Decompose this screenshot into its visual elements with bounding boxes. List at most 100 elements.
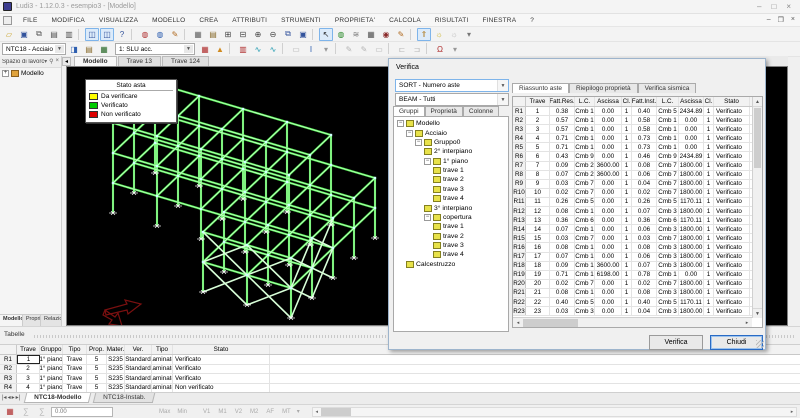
scroll-right-icon[interactable]: ▸ [788,409,796,415]
table-row[interactable]: R550.71Cmb 10.0010.73Cmb 10.001Verificat… [513,143,752,152]
scrollbar-thumb[interactable] [754,108,761,168]
menu-strumenti[interactable]: STRUMENTI [274,17,328,24]
save-icon[interactable]: ▣ [17,28,31,41]
sheet-tab-ntc18-instab-[interactable]: NTC18-Instab. [92,393,155,403]
tree-item-modello[interactable]: −Modello [394,119,508,128]
expander-icon[interactable]: − [397,120,404,127]
status-button-min[interactable]: Min [175,409,189,415]
copy-prop-icon[interactable]: ⊏ [395,43,409,56]
results-row[interactable]: R331° pianoTrave5S235StandardLaminateVer… [0,374,800,384]
verifica-button[interactable]: Verifica [649,335,703,350]
view-tab-trave-124[interactable]: Trave 124 [162,56,209,66]
menu-crea[interactable]: CREA [192,17,225,24]
add-node-icon[interactable]: ⊞ [221,28,235,41]
diagram-m-icon[interactable]: ∿ [266,43,280,56]
column-header[interactable]: Tipo [152,345,173,354]
menu-visualizza[interactable]: VISUALIZZA [92,17,145,24]
column-header[interactable]: Fatt.Res. [550,97,575,106]
edit-c-icon[interactable]: ▭ [372,43,386,56]
results-row[interactable]: R221° pianoTrave5S235StandardLaminateVer… [0,365,800,375]
zoom-out-icon[interactable]: ⊖ [266,28,280,41]
omega-icon[interactable]: Ω [433,43,447,56]
dialog-tab-verifica-sismica[interactable]: Verifica sismica [638,83,697,93]
arrow-up-icon[interactable]: ⇑ [417,28,431,41]
close-button[interactable]: × [786,2,791,11]
spring-icon[interactable]: ≋ [349,28,363,41]
tree-item-trave-2[interactable]: trave 2 [394,232,508,241]
column-header[interactable]: Ascissa [595,97,622,106]
column-header[interactable] [513,97,526,106]
warning-icon[interactable]: ▲ [213,43,227,56]
column-header[interactable]: Stato [173,345,270,354]
table-vertical-scrollbar[interactable]: ▲ ▼ [752,97,762,318]
table-row[interactable]: R19190.71Cmb 16198.0010.78Cmb 10.001Veri… [513,271,752,280]
view-window-2-icon[interactable]: ◫ [100,28,114,41]
next-sheet-icon[interactable]: ▸ [12,394,15,401]
table-row[interactable]: R11110.26Cmb 50.0010.26Cmb 51170.111Veri… [513,198,752,207]
resize-grip[interactable] [756,340,764,348]
result-toggle-m1[interactable]: M1 [216,409,228,415]
result-toggle-v1[interactable]: V1 [201,409,212,415]
results-row[interactable]: R111° pianoTrave5S235StandardLaminateVer… [0,355,800,365]
open-icon[interactable]: ▱ [2,28,16,41]
dialog-tab-colonne[interactable]: Colonne [463,106,499,116]
menu-risultati[interactable]: RISULTATI [428,17,476,24]
dialog-tab-gruppi[interactable]: Gruppi [393,106,425,116]
context-help-icon[interactable]: ? [115,28,129,41]
view-window-1-icon[interactable]: ◫ [85,28,99,41]
tree-item-trave-1[interactable]: trave 1 [394,222,508,231]
dot-2-icon[interactable]: ▾ [448,43,462,56]
light-off-icon[interactable]: ☼ [447,28,461,41]
table-row[interactable]: R22220.40Cmb 50.0010.40Cmb 51170.111Veri… [513,298,752,307]
scroll-down-icon[interactable]: ▼ [753,308,762,318]
table-row[interactable]: R880.07Cmb 23600.0010.06Cmb 71800.001Ver… [513,171,752,180]
workspace-tab-modello[interactable]: Modello [0,315,23,326]
menu-modello[interactable]: MODELLO [145,17,192,24]
status-button-max[interactable]: Max [157,409,172,415]
workspace-dropdown-icon[interactable]: ▾ [44,58,47,65]
sheet-tab-ntc18-modello[interactable]: NTC18-Modello [24,393,92,403]
combination-table-icon[interactable]: ▦ [198,43,212,56]
minimize-button[interactable]: – [757,2,761,11]
table-row[interactable]: R15150.03Cmb 70.0010.03Cmb 71800.001Veri… [513,234,752,243]
table-row[interactable]: R330.57Cmb 10.0010.58Cmb 10.001Verificat… [513,125,752,134]
edit-a-icon[interactable]: ✎ [342,43,356,56]
menu-proprieta[interactable]: PROPRIETA' [328,17,382,24]
scroll-up-icon[interactable]: ▲ [753,97,762,107]
table-row[interactable]: R16160.08Cmb 10.0010.08Cmb 31800.001Veri… [513,243,752,252]
remove-node-icon[interactable]: ⊟ [236,28,250,41]
result-toggle-mt[interactable]: MT [280,409,293,415]
result-toggle-m2[interactable]: M2 [248,409,260,415]
expander-icon[interactable]: − [415,139,422,146]
paste-prop-icon[interactable]: ⊐ [410,43,424,56]
tree-item-copertura[interactable]: −copertura [394,213,508,222]
table-row[interactable]: R23230.03Cmb 30.0010.04Cmb 31800.001Veri… [513,307,752,316]
column-header[interactable]: Tipo [63,345,87,354]
print-icon[interactable]: ▤ [47,28,61,41]
tree-item-trave-1[interactable]: trave 1 [394,166,508,175]
column-header[interactable]: Cl. [704,97,714,106]
tree-item-gruppo0[interactable]: −Gruppo0 [394,138,508,147]
workspace-tab-propri[interactable]: Propri [23,315,41,326]
table-horizontal-scrollbar[interactable]: ◂ ▸ [312,407,797,417]
column-header[interactable]: Prop. [87,345,107,354]
dialog-tab-riassunto-aste[interactable]: Riassunto aste [512,83,569,93]
expander-icon[interactable]: − [424,158,431,165]
tab-scroll-left-icon[interactable]: ◂ [62,57,71,66]
menu-finestra[interactable]: FINESTRA [475,17,523,24]
result-toggle-af[interactable]: AF [264,409,276,415]
column-header[interactable]: Trave [17,345,40,354]
table-row[interactable]: R17170.07Cmb 10.0010.06Cmb 31800.001Veri… [513,253,752,262]
table-row[interactable]: R220.57Cmb 10.0010.58Cmb 10.001Verificat… [513,116,752,125]
code-combo[interactable]: NTC18 - Acciaio▼ [2,43,66,55]
workspace-close-icon[interactable]: × [55,58,59,65]
tree-item-acciaio[interactable]: −Acciaio [394,128,508,137]
tree-item-trave-4[interactable]: trave 4 [394,250,508,259]
light-on-icon[interactable]: ☼ [432,28,446,41]
table-row[interactable]: R990.03Cmb 70.0010.04Cmb 71800.001Verifi… [513,180,752,189]
sort-combo[interactable]: SORT - Numero aste▼ [395,79,509,92]
tree-item-1-piano[interactable]: −1° piano [394,157,508,166]
column-header[interactable]: Stato [714,97,750,106]
filter-combo[interactable]: BEAM - Tutti▼ [395,93,509,106]
column-header[interactable]: Trave [526,97,550,106]
